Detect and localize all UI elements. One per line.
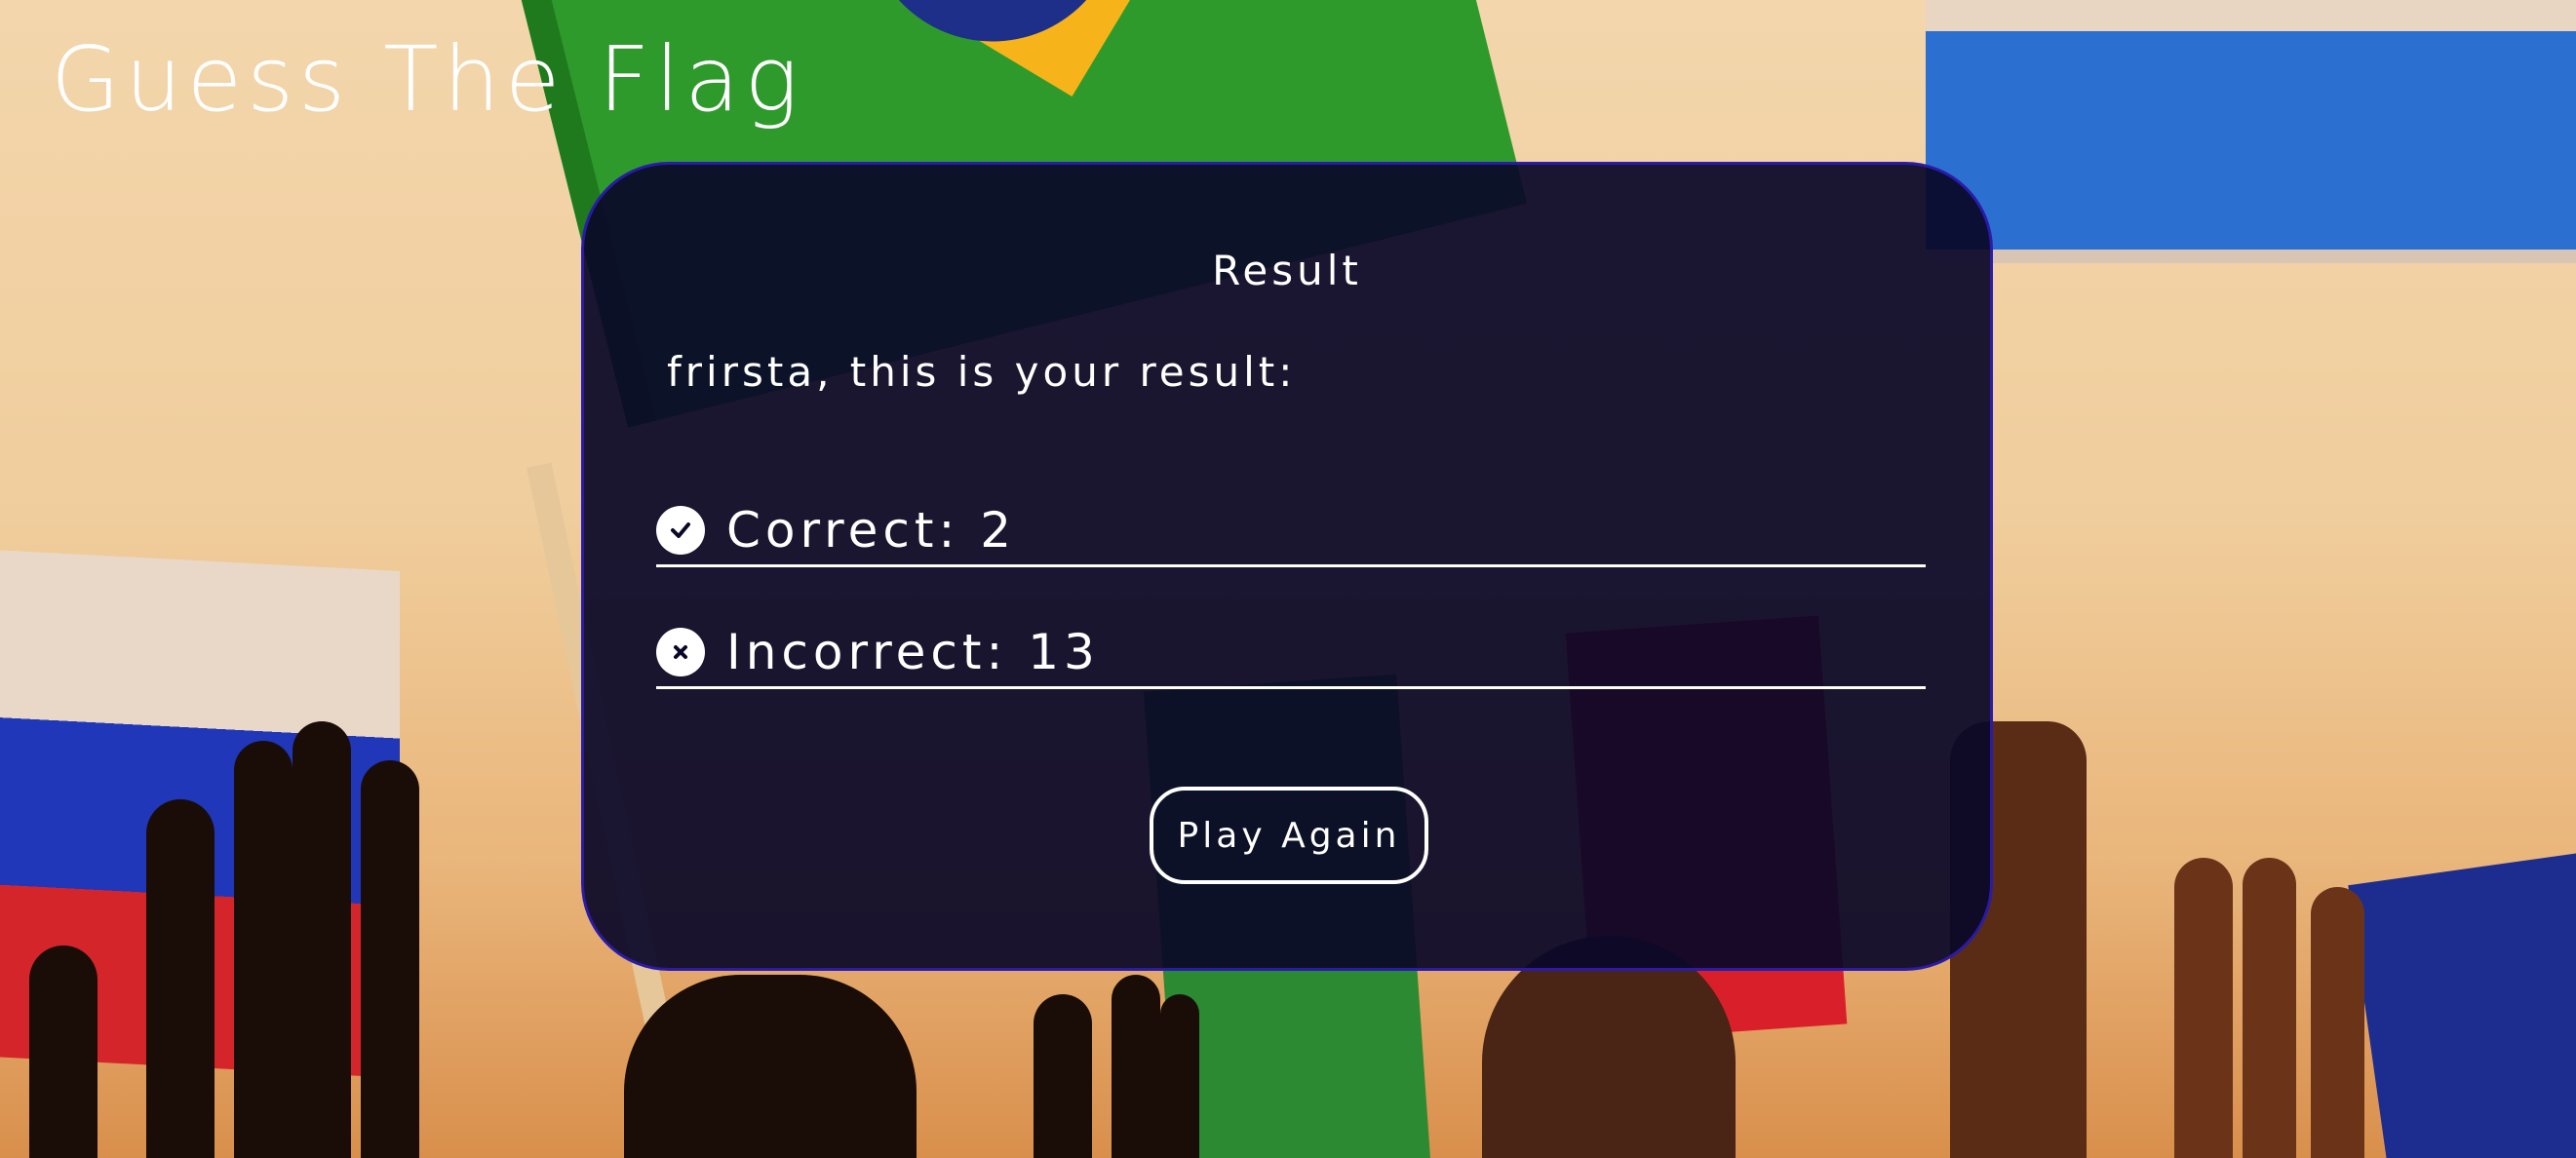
- result-intro-text: frirsta, this is your result:: [667, 348, 1297, 396]
- background-scene: Guess The Flag Result frirsta, this is y…: [0, 0, 2576, 1158]
- result-card: Result frirsta, this is your result: Cor…: [581, 162, 1993, 971]
- hand-silhouette: [2243, 858, 2296, 1158]
- play-again-button[interactable]: Play Again: [1150, 787, 1428, 884]
- hand-silhouette: [146, 799, 215, 1158]
- app-title: Guess The Flag: [51, 27, 803, 132]
- hand-silhouette: [2174, 858, 2233, 1158]
- hand-silhouette: [293, 721, 351, 1158]
- hand-silhouette: [624, 975, 917, 1158]
- hand-silhouette: [1112, 975, 1160, 1158]
- incorrect-stat-row: Incorrect: 13: [656, 618, 1926, 689]
- x-circle-icon: [656, 628, 705, 676]
- correct-stat-label: Correct: 2: [726, 502, 1017, 559]
- hand-silhouette: [1160, 994, 1199, 1158]
- hand-silhouette: [1034, 994, 1092, 1158]
- checkmark-circle-icon: [656, 506, 705, 555]
- usa-flag-background: [2348, 852, 2576, 1158]
- result-heading: Result: [1212, 247, 1362, 294]
- hand-silhouette: [29, 946, 98, 1158]
- incorrect-stat-label: Incorrect: 13: [726, 624, 1100, 680]
- correct-stat-row: Correct: 2: [656, 496, 1926, 567]
- hand-silhouette: [2311, 887, 2364, 1158]
- hand-silhouette: [234, 741, 293, 1158]
- hand-silhouette: [361, 760, 419, 1158]
- argentina-flag-background: [1926, 0, 2576, 263]
